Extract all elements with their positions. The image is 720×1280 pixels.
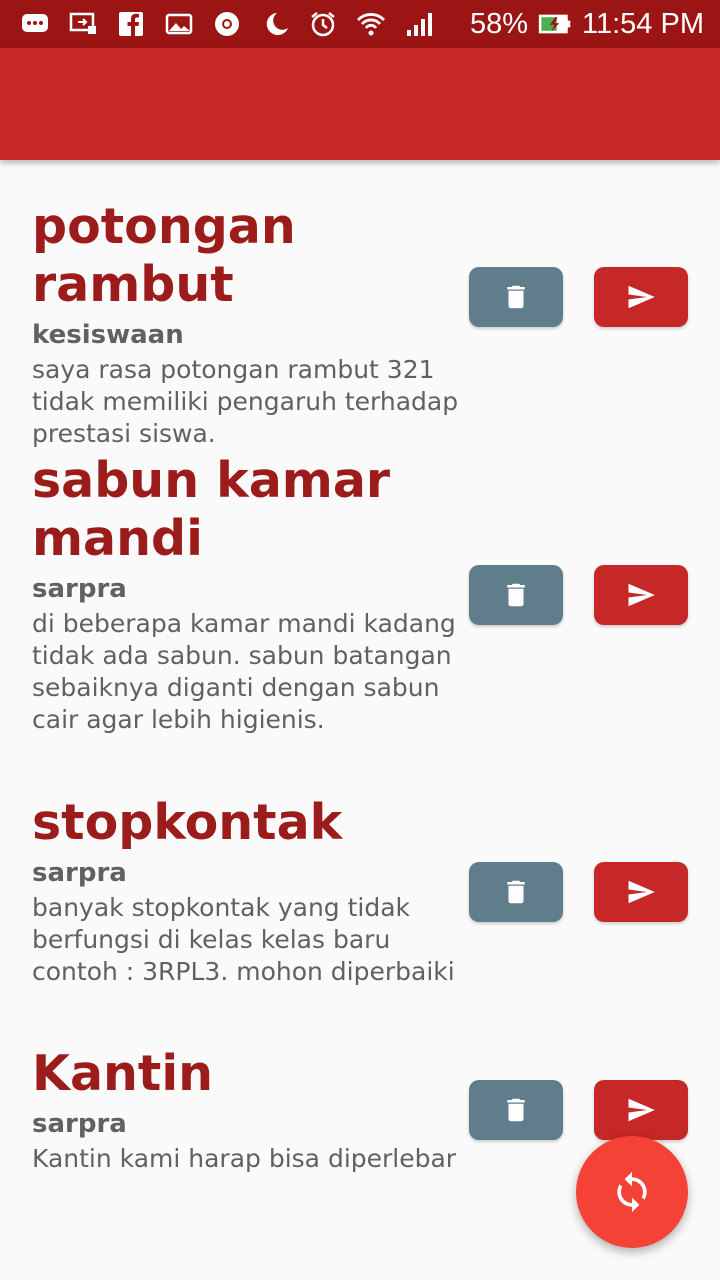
send-button[interactable] bbox=[594, 267, 688, 327]
refresh-fab-button[interactable] bbox=[576, 1136, 688, 1248]
moon-icon bbox=[258, 9, 292, 39]
trash-icon bbox=[507, 285, 525, 309]
item-category: sarpra bbox=[32, 574, 127, 604]
list-item: sabun kamar mandi sarpra di beberapa kam… bbox=[0, 452, 462, 736]
send-icon bbox=[628, 1098, 655, 1122]
facebook-icon bbox=[114, 9, 148, 39]
app-bar bbox=[0, 48, 720, 160]
list-item: potongan rambut kesiswaan saya rasa poto… bbox=[0, 198, 462, 450]
send-icon bbox=[628, 880, 655, 904]
item-title: Kantin bbox=[32, 1045, 214, 1102]
screen-cast-icon bbox=[66, 9, 100, 39]
refresh-icon bbox=[617, 1171, 647, 1213]
item-title: potongan rambut bbox=[32, 198, 296, 313]
chrome-icon bbox=[210, 9, 244, 39]
trash-icon bbox=[507, 1098, 525, 1122]
delete-button[interactable] bbox=[469, 565, 563, 625]
send-button[interactable] bbox=[594, 565, 688, 625]
battery-charging-icon bbox=[538, 9, 572, 39]
send-button[interactable] bbox=[594, 1080, 688, 1140]
image-icon bbox=[162, 9, 196, 39]
send-icon bbox=[628, 583, 655, 607]
item-title: sabun kamar mandi bbox=[32, 452, 391, 567]
item-description: di beberapa kamar mandi kadang tidak ada… bbox=[32, 609, 456, 734]
send-button[interactable] bbox=[594, 862, 688, 922]
list-item: Kantin sarpra Kantin kami harap bisa dip… bbox=[0, 1045, 462, 1175]
item-title: stopkontak bbox=[32, 794, 343, 851]
list-item: stopkontak sarpra banyak stopkontak yang… bbox=[0, 794, 462, 988]
battery-percent: 58% bbox=[469, 7, 529, 40]
chat-bubble-icon bbox=[18, 9, 52, 39]
delete-button[interactable] bbox=[469, 267, 563, 327]
trash-icon bbox=[507, 880, 525, 904]
trash-icon bbox=[507, 583, 525, 607]
signal-icon bbox=[402, 9, 436, 39]
item-description: Kantin kami harap bisa diperlebar bbox=[32, 1144, 457, 1173]
alarm-icon bbox=[306, 9, 340, 39]
item-description: saya rasa potongan rambut 321 tidak memi… bbox=[32, 355, 459, 448]
clock: 11:54 PM bbox=[582, 7, 704, 40]
delete-button[interactable] bbox=[469, 1080, 563, 1140]
item-description: banyak stopkontak yang tidak berfungsi d… bbox=[32, 893, 455, 986]
item-category: sarpra bbox=[32, 1109, 127, 1139]
item-category: kesiswaan bbox=[32, 320, 184, 350]
item-category: sarpra bbox=[32, 858, 127, 888]
send-icon bbox=[628, 285, 655, 309]
status-bar: 58% 11:54 PM bbox=[0, 0, 720, 48]
delete-button[interactable] bbox=[469, 862, 563, 922]
wifi-icon bbox=[354, 9, 388, 39]
